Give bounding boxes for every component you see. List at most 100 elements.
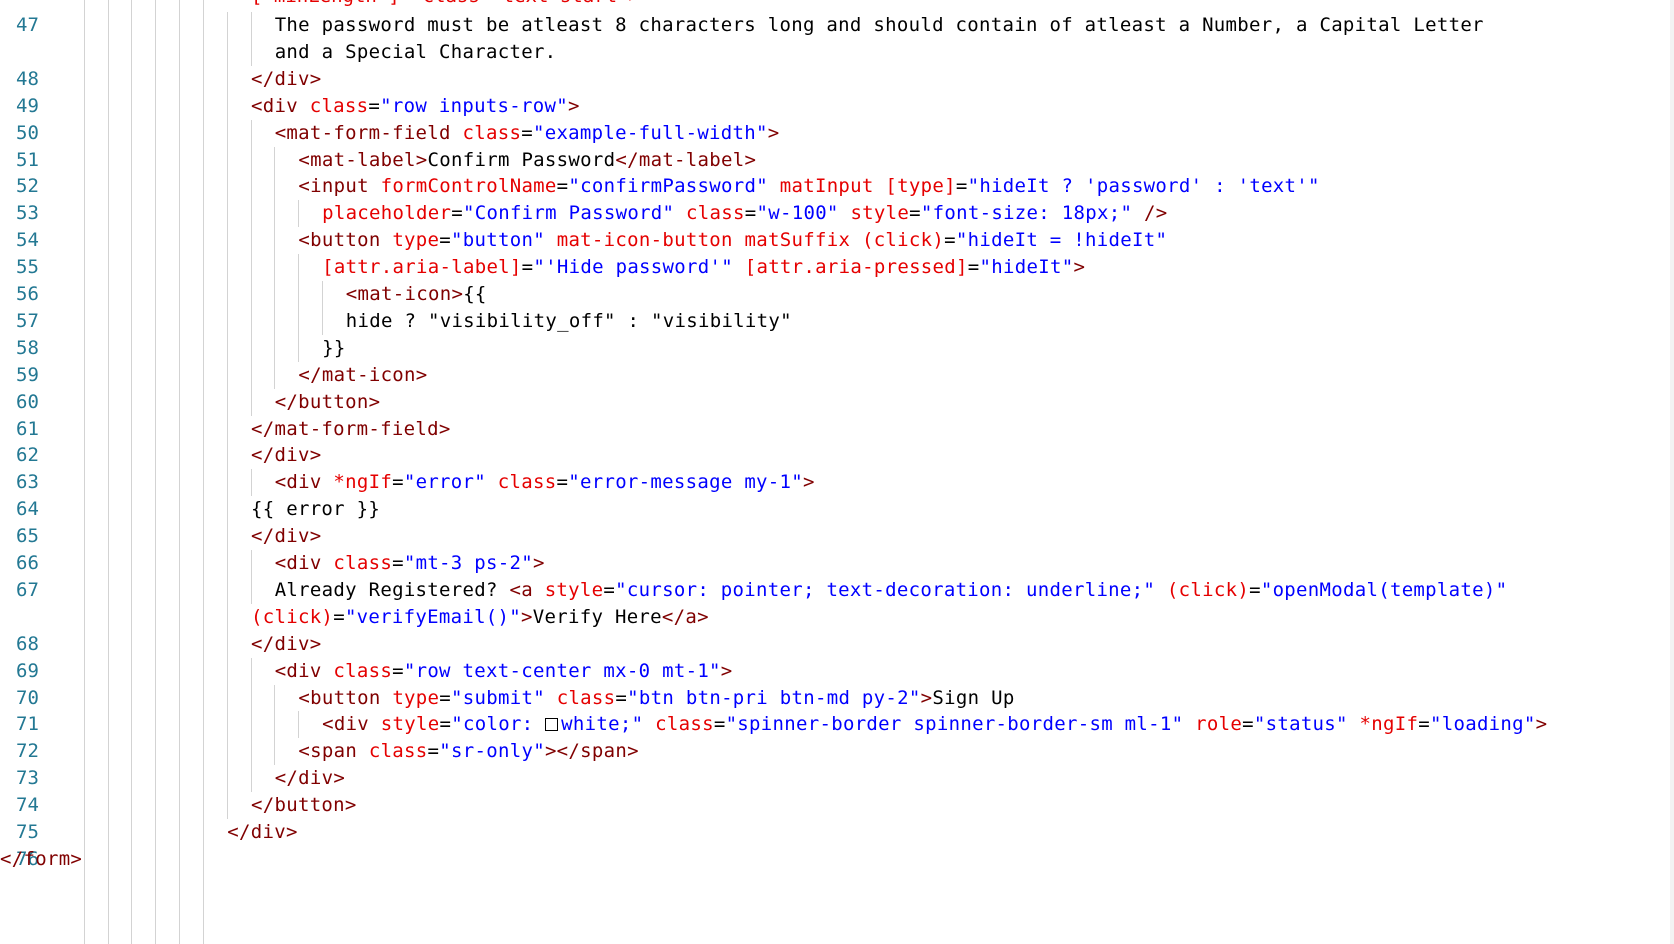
code-line[interactable]: and a Special Character.: [0, 38, 1674, 66]
token-text: =: [1249, 578, 1261, 601]
code-text[interactable]: and a Special Character.: [275, 39, 557, 66]
code-line[interactable]: 47 The password must be atleast 8 charact…: [0, 12, 1674, 39]
code-line[interactable]: 75 </div>: [0, 819, 1674, 846]
code-text[interactable]: placeholder="Confirm Password" class="w-…: [322, 200, 1167, 227]
code-text[interactable]: </div>: [251, 442, 321, 469]
token-string: "row text-center mx-0 mt-1": [403, 659, 721, 682]
token-string: "button": [451, 229, 545, 252]
code-line[interactable]: 56 <mat-icon>{{: [0, 281, 1674, 308]
code-line[interactable]: 50 <mat-form-field class="example-full-wi…: [0, 119, 1674, 147]
code-text[interactable]: <mat-icon>{{: [346, 281, 487, 308]
code-line[interactable]: 51 <mat-label>Confirm Password</mat-label…: [0, 146, 1674, 174]
code-text[interactable]: hide ? "visibility_off" : "visibility": [346, 308, 792, 335]
code-text[interactable]: {{ error }}: [251, 496, 380, 523]
code-text[interactable]: <mat-label>Confirm Password</mat-label>: [298, 147, 756, 174]
code-line[interactable]: 60 </button>: [0, 388, 1674, 416]
line-number: 53: [16, 202, 39, 225]
code-line[interactable]: 66 <div class="mt-3 ps-2">: [0, 550, 1674, 577]
indent-guide: [227, 254, 228, 282]
code-text[interactable]: <button type="button" mat-icon-button ma…: [298, 227, 1167, 254]
code-text[interactable]: <span class="sr-only"></span>: [298, 738, 638, 765]
indent-guide: [250, 227, 252, 255]
code-line[interactable]: 65 </div>: [0, 523, 1674, 551]
token-tag: >: [1535, 713, 1548, 736]
code-line[interactable]: 53 placeholder="Confirm Password" class="…: [0, 200, 1674, 228]
code-editor[interactable]: [ minLength ] class= text-start > 47 The …: [0, 0, 1674, 944]
indent-guide: [250, 173, 252, 201]
code-line[interactable]: 74 </button>: [0, 792, 1674, 820]
code-text[interactable]: The password must be atleast 8 character…: [275, 12, 1484, 39]
indent-guide: [227, 415, 228, 443]
code-line[interactable]: (click)="verifyEmail()">Verify Here</a>: [0, 603, 1674, 631]
code-text[interactable]: <input formControlName="confirmPassword"…: [298, 173, 1319, 200]
token-string: "'Hide password'": [533, 256, 733, 279]
code-text[interactable]: <div style="color: white;" class="spinne…: [322, 711, 1547, 738]
code-line[interactable]: 71 <div style="color: white;" class="spin…: [0, 711, 1674, 739]
token-string: "spinner-border spinner-border-sm ml-1": [725, 713, 1184, 736]
code-text[interactable]: </mat-icon>: [298, 362, 427, 389]
code-text[interactable]: </button>: [275, 389, 381, 416]
token-tag: </mat-form-field>: [251, 417, 451, 440]
code-line[interactable]: 63 <div *ngIf="error" class="error-messag…: [0, 469, 1674, 497]
token-string: "error-message my-1": [568, 471, 804, 494]
code-text[interactable]: </div>: [251, 631, 321, 658]
indent-guide: [227, 684, 228, 712]
indent-guide: [250, 254, 252, 282]
code-text[interactable]: <div *ngIf="error" class="error-message …: [275, 469, 815, 496]
code-line[interactable]: 70 <button type="submit" class="btn btn-p…: [0, 684, 1674, 712]
code-text[interactable]: <div class="row text-center mx-0 mt-1">: [275, 658, 733, 685]
code-text[interactable]: </div>: [275, 765, 345, 792]
token-tag: </div>: [251, 632, 322, 655]
code-line[interactable]: 64 {{ error }}: [0, 496, 1674, 524]
code-text[interactable]: <mat-form-field class="example-full-widt…: [275, 120, 780, 147]
code-line[interactable]: 59 </mat-icon>: [0, 361, 1674, 389]
code-text[interactable]: </mat-form-field>: [251, 416, 451, 443]
token-tag: </a>: [661, 605, 709, 628]
code-text[interactable]: <div class="mt-3 ps-2">: [275, 550, 545, 577]
token-text: =: [1418, 713, 1430, 736]
token-tag: </div>: [251, 525, 322, 548]
code-line[interactable]: 52 <input formControlName="confirmPasswor…: [0, 173, 1674, 201]
code-text[interactable]: </div>: [251, 523, 321, 550]
code-text[interactable]: </div>: [227, 819, 297, 846]
code-text[interactable]: <div class="row inputs-row">: [251, 93, 580, 120]
token-string: "error": [403, 471, 487, 494]
code-line[interactable]: 48 </div>: [0, 65, 1674, 93]
code-line[interactable]: 61 </mat-form-field>: [0, 415, 1674, 443]
code-text[interactable]: </form>: [0, 846, 82, 873]
code-text[interactable]: </button>: [251, 792, 357, 819]
partial-top-line: [ minLength ] class= text-start >: [251, 0, 640, 10]
code-line[interactable]: 76 </form>: [0, 846, 1674, 873]
code-text[interactable]: Already Registered? <a style="cursor: po…: [275, 577, 1508, 604]
code-line[interactable]: 69 <div class="row text-center mx-0 mt-1"…: [0, 657, 1674, 685]
code-line[interactable]: 54 <button type="button" mat-icon-button …: [0, 227, 1674, 255]
code-line[interactable]: 58}}: [0, 334, 1674, 362]
code-line[interactable]: 62 </div>: [0, 442, 1674, 470]
indent-guide: [227, 65, 228, 93]
code-text[interactable]: (click)="verifyEmail()">Verify Here</a>: [251, 604, 709, 631]
code-line[interactable]: 68 </div>: [0, 630, 1674, 658]
indent-guide: [227, 603, 228, 631]
code-line[interactable]: 73 </div>: [0, 765, 1674, 793]
code-text[interactable]: }}: [322, 335, 345, 362]
line-number: 57: [16, 309, 39, 332]
code-line[interactable]: 67 Already Registered? <a style="cursor: …: [0, 576, 1674, 604]
vertical-scrollbar[interactable]: [1670, 0, 1674, 944]
code-text[interactable]: <button type="submit" class="btn btn-pri…: [298, 685, 1014, 712]
token-tag: >: [920, 686, 933, 709]
color-swatch-icon[interactable]: [545, 718, 559, 732]
code-line[interactable]: 49 <div class="row inputs-row">: [0, 92, 1674, 120]
line-number: 59: [16, 363, 39, 386]
code-text[interactable]: </div>: [251, 66, 321, 93]
code-line[interactable]: 57 hide ? "visibility_off" : "visibility": [0, 307, 1674, 335]
indent-guide: [250, 550, 252, 577]
line-number: 69: [16, 659, 39, 682]
token-attribute: class: [333, 552, 393, 574]
token-text: {{ error }}: [251, 498, 381, 521]
indent-guide: [298, 334, 300, 362]
code-text[interactable]: [attr.aria-label]="'Hide password'" [att…: [322, 254, 1085, 281]
code-line[interactable]: 55 [attr.aria-label]="'Hide password'" [a…: [0, 254, 1674, 282]
code-line[interactable]: 72 <span class="sr-only"></span>: [0, 738, 1674, 766]
